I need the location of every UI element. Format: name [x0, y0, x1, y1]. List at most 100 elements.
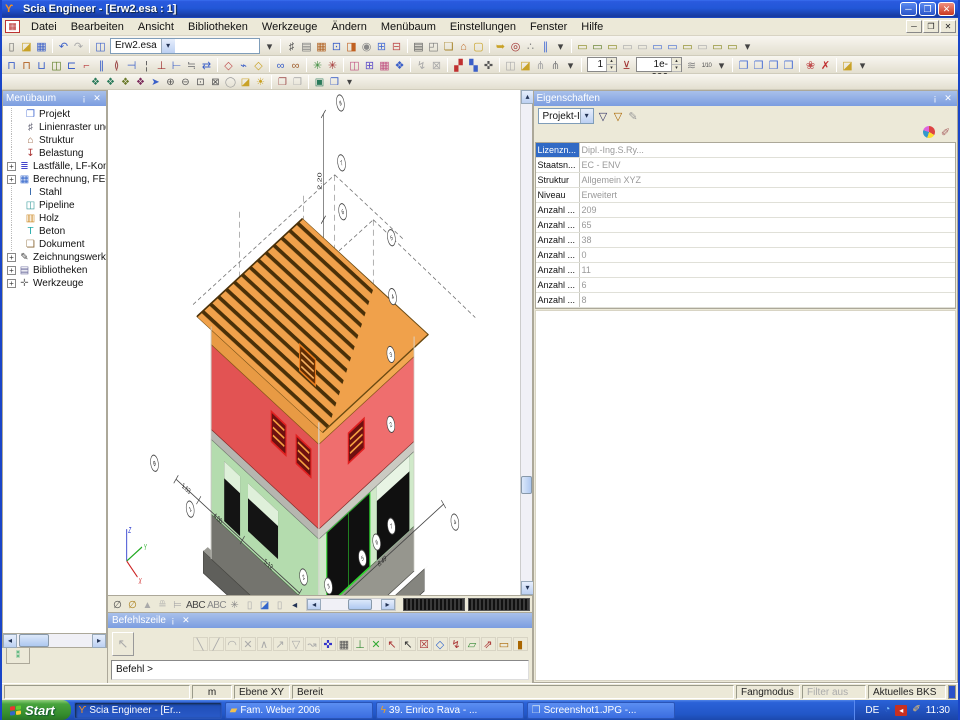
property-value[interactable]: 65 — [580, 218, 956, 232]
toolbar-icon[interactable]: ❐ — [275, 76, 290, 88]
taskbar-task[interactable]: ϟ39. Enrico Rava - ... — [376, 702, 524, 719]
toolbar-icon[interactable]: ≒ — [184, 58, 199, 72]
canvasbar-icon[interactable]: ∅ — [125, 598, 140, 611]
taskbar-task[interactable]: ▰Fam. Weber 2006 — [225, 702, 373, 719]
toolbar-icon[interactable]: ⊓ — [19, 58, 34, 72]
canvasbar-icon[interactable]: ⊨ — [170, 598, 185, 611]
sidebar-item-beton[interactable]: TBeton — [5, 225, 106, 238]
mdi-minimize-button[interactable]: ─ — [906, 20, 922, 33]
close-icon[interactable]: ✕ — [91, 93, 103, 104]
toolbar-icon[interactable]: ≋ — [684, 58, 699, 72]
toolbar-icon[interactable]: ⌂ — [456, 39, 471, 53]
toolbar-icon[interactable]: ▚ — [466, 58, 481, 72]
toolbar-icon[interactable]: ∥ — [94, 58, 109, 72]
filter-icon[interactable]: ▽ — [596, 109, 611, 123]
toolbar-icon[interactable]: ⊞ — [374, 39, 389, 53]
snap-icon[interactable]: ☒ — [417, 637, 432, 651]
toolbar-icon[interactable]: ▭ — [620, 39, 635, 53]
zoom-out-icon[interactable]: ⊖ — [178, 76, 193, 88]
print-icon[interactable]: ▤ — [411, 39, 426, 53]
light-icon[interactable]: ☀ — [253, 76, 268, 88]
mdi-close-button[interactable]: ✕ — [940, 20, 956, 33]
property-value[interactable]: 8 — [580, 293, 956, 307]
toolbar-icon[interactable]: ❒ — [766, 58, 781, 72]
toolbar-icon[interactable]: ⊔ — [34, 58, 49, 72]
property-value[interactable]: 11 — [580, 263, 956, 277]
menu-ansicht[interactable]: Ansicht — [131, 19, 181, 35]
toolbar-icon[interactable]: ◪ — [518, 58, 533, 72]
snap-icon[interactable]: ⇗ — [481, 637, 496, 651]
snap-icon[interactable]: ✜ — [321, 637, 336, 651]
toolbar-icon[interactable]: ❖ — [88, 76, 103, 88]
menu-hilfe[interactable]: Hilfe — [574, 19, 610, 35]
document-icon[interactable]: ▦ — [5, 20, 20, 33]
sidebar-item-bibliotheken[interactable]: +▤Bibliotheken — [5, 264, 106, 277]
tray-language[interactable]: DE — [865, 705, 879, 716]
restore-button[interactable]: ❐ — [919, 2, 936, 16]
property-row[interactable]: NiveauErweitert — [536, 188, 956, 203]
toolbar-icon[interactable]: ⇄ — [199, 58, 214, 72]
sidebar-item-linienraster-und-g[interactable]: ♯Linienraster und G — [5, 121, 106, 134]
canvas-vscrollbar[interactable]: ▴ ▾ — [520, 90, 532, 595]
property-value[interactable]: 38 — [580, 233, 956, 247]
snap-icon[interactable]: ↖ — [401, 637, 416, 651]
close-icon[interactable]: ✕ — [942, 93, 954, 104]
number-spinner[interactable]: 1▴▾ — [587, 57, 617, 72]
zoom-in-icon[interactable]: ⊕ — [163, 76, 178, 88]
toolbar-icon[interactable]: ≬ — [109, 58, 124, 72]
property-row[interactable]: Anzahl ...6 — [536, 278, 956, 293]
toolbar-icon[interactable]: ▤ — [299, 39, 314, 53]
toolbar-icon[interactable]: ▾ — [740, 39, 755, 53]
toolbar-icon[interactable]: ❐ — [751, 58, 766, 72]
toolbar-icon[interactable]: ▭ — [695, 39, 710, 53]
sidebar-item-stahl[interactable]: IStahl — [5, 186, 106, 199]
canvasbar-icon[interactable]: ABC — [185, 598, 206, 611]
toolbar-icon[interactable]: ❒ — [327, 76, 342, 88]
model-viewport[interactable]: 2.20 90 — [108, 90, 520, 595]
toolbar-icon[interactable]: ⊻ — [619, 58, 634, 72]
toolbar-icon[interactable]: ❖ — [133, 76, 148, 88]
zoom-window-icon[interactable]: ⊡ — [193, 76, 208, 88]
toolbar-icon[interactable]: ▭ — [680, 39, 695, 53]
minimize-button[interactable]: ─ — [900, 2, 917, 16]
menu-fenster[interactable]: Fenster — [523, 19, 574, 35]
toolbar-icon[interactable]: ▭ — [605, 39, 620, 53]
toolbar-icon[interactable]: ⌁ — [236, 58, 251, 72]
chevron-down-icon[interactable]: ▾ — [580, 109, 593, 123]
snap-icon[interactable]: ↯ — [449, 637, 464, 651]
property-value[interactable]: 209 — [580, 203, 956, 217]
snap-icon[interactable]: ↗ — [273, 637, 288, 651]
property-row[interactable]: Anzahl ...209 — [536, 203, 956, 218]
property-value[interactable]: 6 — [580, 278, 956, 292]
toolbar-icon[interactable]: ➥ — [493, 39, 508, 53]
toolbar-icon[interactable]: ◎ — [508, 39, 523, 53]
property-value[interactable]: Dipl.-Ing.S.Ry... — [580, 143, 956, 157]
sidebar-item-projekt[interactable]: ❐Projekt — [5, 108, 106, 121]
expand-icon[interactable]: + — [7, 162, 16, 171]
snap-icon[interactable]: ▽ — [289, 637, 304, 651]
chevron-down-icon[interactable]: ▾ — [161, 39, 175, 53]
tray-update-icon[interactable]: ◔ — [884, 704, 890, 716]
taskbar-task[interactable]: ƳScia Engineer - [Er... — [74, 702, 222, 719]
toolbar-icon[interactable]: ⊥ — [154, 58, 169, 72]
snap-icon[interactable]: ╲ — [193, 637, 208, 651]
toolbar-icon[interactable]: ⌐ — [79, 58, 94, 72]
pin-icon[interactable]: ¡ — [929, 93, 941, 104]
menu-ändern[interactable]: Ändern — [324, 19, 373, 35]
sidebar-item-holz[interactable]: ▥Holz — [5, 212, 106, 225]
edit-icon[interactable]: ✎ — [626, 109, 641, 123]
toolbar-icon[interactable]: ▭ — [590, 39, 605, 53]
sidebar-item-werkzeuge[interactable]: +✛Werkzeuge — [5, 277, 106, 290]
toolbar-icon[interactable]: ▦ — [314, 39, 329, 53]
sidebar-item-struktur[interactable]: ⌂Struktur — [5, 134, 106, 147]
sidebar-item-zeichnungswerkz[interactable]: +✎Zeichnungswerkz — [5, 251, 106, 264]
toolbar-icon[interactable]: ◨ — [344, 39, 359, 53]
snap-icon[interactable]: ▱ — [465, 637, 480, 651]
snap-icon[interactable]: ▮ — [513, 637, 528, 651]
property-row[interactable]: Anzahl ...0 — [536, 248, 956, 263]
canvasbar-icon[interactable]: ABC — [206, 598, 227, 611]
toolbar-icon[interactable]: ▭ — [710, 39, 725, 53]
toolbar-icon[interactable]: ❖ — [118, 76, 133, 88]
toolbar-icon[interactable]: ❏ — [441, 39, 456, 53]
canvasbar-icon[interactable]: ✳ — [227, 598, 242, 611]
